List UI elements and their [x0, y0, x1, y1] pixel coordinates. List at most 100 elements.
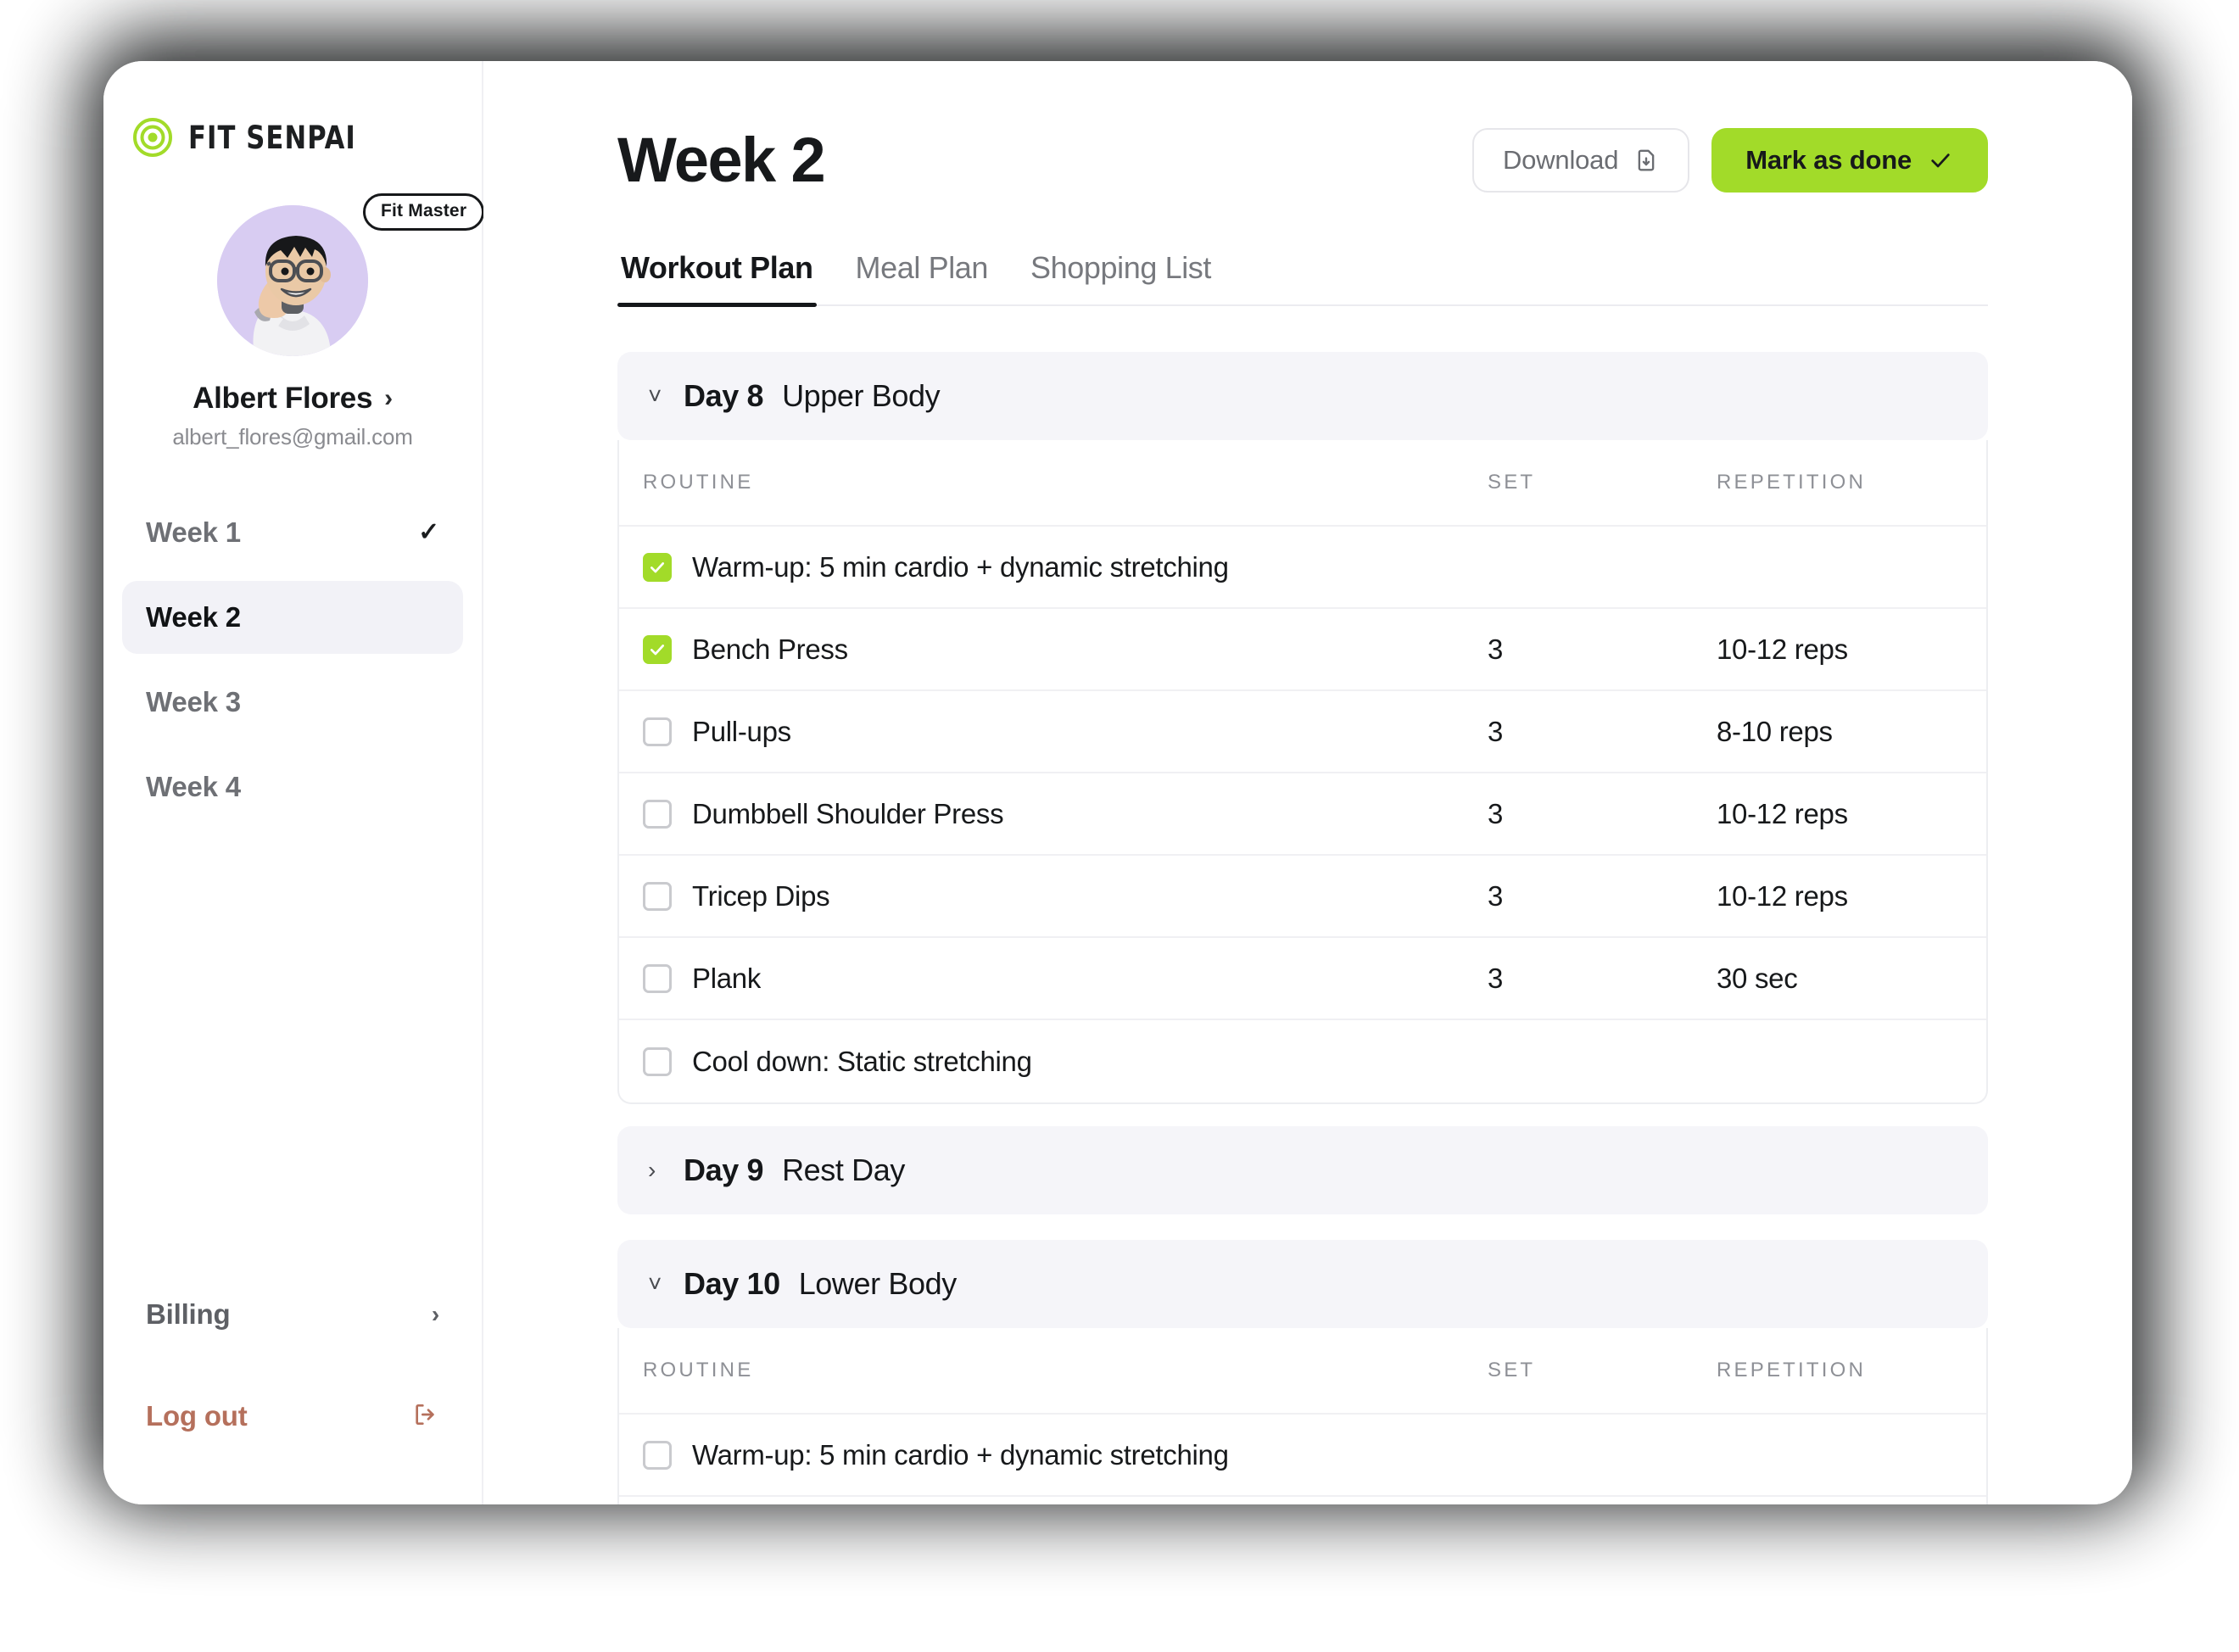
sidebar-item-week-2[interactable]: Week 2: [122, 581, 463, 654]
routine-name: Dumbbell Shoulder Press: [692, 797, 1004, 829]
table-row[interactable]: Bench Press 3 10-12 reps: [619, 609, 1986, 691]
mark-as-done-label: Mark as done: [1745, 144, 1912, 175]
page-title: Week 2: [617, 125, 826, 195]
routine-checkbox[interactable]: [643, 799, 672, 829]
routine-checkbox[interactable]: [643, 552, 672, 582]
column-header-routine: ROUTINE: [643, 1359, 754, 1381]
column-header-repetition: REPETITION: [1717, 1359, 1867, 1381]
sidebar-item-label: Week 1: [146, 516, 241, 548]
mark-as-done-button[interactable]: Mark as done: [1711, 127, 1988, 193]
sidebar-item-week-4[interactable]: Week 4: [122, 751, 463, 823]
routine-checkbox[interactable]: [643, 634, 672, 664]
sidebar-item-label: Week 2: [146, 601, 241, 633]
sidebar-item-week-3[interactable]: Week 3: [122, 666, 463, 739]
tab-label: Meal Plan: [855, 250, 989, 285]
check-icon: ✓: [418, 518, 439, 546]
routine-name: Cool down: Static stretching: [692, 1045, 1032, 1077]
day-header-10[interactable]: ˅ Day 10 Lower Body: [617, 1240, 1988, 1328]
header-actions: Download Mark as done: [1472, 127, 1988, 193]
table-row[interactable]: Plank 3 30 sec: [619, 938, 1986, 1020]
routine-set: 3: [1488, 633, 1504, 665]
tab-workout-plan[interactable]: Workout Plan: [617, 250, 817, 307]
day-block-9: › Day 9 Rest Day: [617, 1126, 1988, 1214]
day-number: Day 9: [684, 1152, 764, 1187]
routine-checkbox[interactable]: [643, 1440, 672, 1470]
routine-repetition: 10-12 reps: [1717, 797, 1848, 829]
chevron-down-icon[interactable]: ˅: [648, 1272, 665, 1296]
sidebar: FIT SENPAI Fit Master Albert Flores › al…: [103, 61, 485, 1504]
routine-checkbox[interactable]: [643, 717, 672, 746]
avatar[interactable]: [217, 205, 368, 356]
screen: FIT SENPAI Fit Master Albert Flores › al…: [0, 0, 2239, 1652]
day-sections: ˅ Day 8 Upper Body ROUTINE SET REPETITIO…: [617, 352, 1988, 1504]
profile-section: Fit Master Albert Flores › albert_flores…: [103, 193, 485, 450]
profile-name[interactable]: Albert Flores ›: [193, 382, 393, 416]
day-header-9[interactable]: › Day 9 Rest Day: [617, 1126, 1988, 1214]
routine-table-10: ROUTINE SET REPETITION Warm-up: 5 min ca…: [617, 1328, 1988, 1504]
table-row[interactable]: [619, 1497, 1986, 1504]
table-row[interactable]: Pull-ups 3 8-10 reps: [619, 691, 1986, 773]
day-label: Rest Day: [782, 1152, 905, 1187]
column-header-repetition: REPETITION: [1717, 471, 1867, 494]
routine-name: Plank: [692, 962, 762, 994]
chevron-right-icon: ›: [431, 1301, 439, 1327]
routine-name: Pull-ups: [692, 715, 791, 747]
routine-name: Tricep Dips: [692, 879, 830, 912]
routine-name: Bench Press: [692, 633, 848, 665]
routine-repetition: 10-12 reps: [1717, 633, 1848, 665]
chevron-down-icon[interactable]: ˅: [648, 384, 665, 408]
column-header-set: SET: [1488, 1359, 1536, 1381]
app-window: FIT SENPAI Fit Master Albert Flores › al…: [103, 61, 2132, 1504]
table-row[interactable]: Warm-up: 5 min cardio + dynamic stretchi…: [619, 1415, 1986, 1497]
download-button-label: Download: [1503, 144, 1619, 175]
sidebar-item-week-1[interactable]: Week 1 ✓: [122, 496, 463, 569]
routine-repetition: 8-10 reps: [1717, 715, 1833, 747]
logout-icon: [410, 1401, 439, 1432]
check-icon: [1927, 148, 1954, 172]
tab-label: Shopping List: [1030, 250, 1211, 285]
routine-table-8: ROUTINE SET REPETITION Warm-up: 5 min ca…: [617, 440, 1988, 1104]
table-row[interactable]: Tricep Dips 3 10-12 reps: [619, 856, 1986, 938]
routine-checkbox[interactable]: [643, 963, 672, 993]
routine-name: Warm-up: 5 min cardio + dynamic stretchi…: [692, 1438, 1229, 1471]
routine-set: 3: [1488, 715, 1504, 747]
day-number: Day 8: [684, 378, 764, 413]
routine-checkbox[interactable]: [643, 881, 672, 911]
main-content: Week 2 Download Mark as done Workout Pla…: [483, 61, 2132, 1504]
sidebar-item-label: Week 4: [146, 771, 241, 802]
day-header-8[interactable]: ˅ Day 8 Upper Body: [617, 352, 1988, 440]
sidebar-item-label: Log out: [146, 1400, 248, 1432]
chevron-right-icon[interactable]: ›: [648, 1158, 665, 1182]
file-download-icon: [1633, 147, 1659, 174]
routine-set: 3: [1488, 797, 1504, 829]
tab-meal-plan[interactable]: Meal Plan: [852, 250, 991, 304]
routine-checkbox[interactable]: [643, 1046, 672, 1076]
tab-shopping-list[interactable]: Shopping List: [1027, 250, 1214, 304]
brand-name: FIT SENPAI: [188, 119, 356, 156]
routine-set: 3: [1488, 879, 1504, 912]
status-badge: Fit Master: [363, 193, 485, 231]
routine-repetition: 30 sec: [1717, 962, 1798, 994]
day-label: Lower Body: [798, 1266, 958, 1301]
sidebar-item-billing[interactable]: Billing ›: [122, 1279, 463, 1350]
day-number: Day 10: [684, 1266, 780, 1301]
routine-repetition: 10-12 reps: [1717, 879, 1848, 912]
day-block-8: ˅ Day 8 Upper Body ROUTINE SET REPETITIO…: [617, 352, 1988, 1104]
column-header-set: SET: [1488, 471, 1536, 494]
tab-label: Workout Plan: [621, 250, 813, 285]
column-header-routine: ROUTINE: [643, 471, 754, 494]
weeks-nav: Week 1 ✓ Week 2 Week 3 Week 4: [103, 496, 482, 835]
brand-logo[interactable]: FIT SENPAI: [103, 61, 482, 158]
table-header-row: ROUTINE SET REPETITION: [619, 1328, 1986, 1415]
table-row[interactable]: Warm-up: 5 min cardio + dynamic stretchi…: [619, 527, 1986, 609]
sidebar-item-label: Billing: [146, 1298, 231, 1330]
page-header: Week 2 Download Mark as done: [617, 124, 1988, 196]
table-header-row: ROUTINE SET REPETITION: [619, 440, 1986, 527]
table-row[interactable]: Dumbbell Shoulder Press 3 10-12 reps: [619, 773, 1986, 856]
profile-name-text: Albert Flores: [193, 382, 373, 415]
tabs: Workout Plan Meal Plan Shopping List: [617, 250, 1988, 307]
sidebar-item-logout[interactable]: Log out: [122, 1381, 463, 1452]
sidebar-item-label: Week 3: [146, 686, 241, 717]
table-row[interactable]: Cool down: Static stretching: [619, 1020, 1986, 1102]
download-button[interactable]: Download: [1472, 127, 1690, 193]
